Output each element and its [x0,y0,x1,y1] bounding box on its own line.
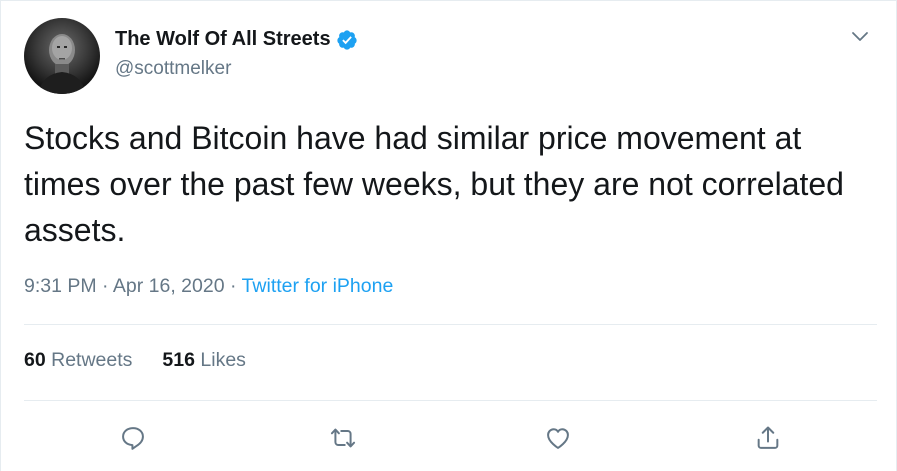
retweet-icon[interactable] [327,422,359,454]
author-name[interactable]: The Wolf Of All Streets [115,28,358,51]
meta-separator: · [229,275,237,297]
tweet-time[interactable]: 9:31 PM [24,275,97,297]
author-handle[interactable]: @scottmelker [115,58,231,80]
likes-count: 516 [162,349,195,371]
retweets-count: 60 [24,349,46,371]
tweet-card: The Wolf Of All Streets @scottmelker Sto… [0,0,897,471]
tweet-date[interactable]: Apr 16, 2020 [113,275,225,297]
tweet-meta: 9:31 PM · Apr 16, 2020 · Twitter for iPh… [24,275,393,298]
reply-icon[interactable] [117,422,149,454]
retweets-stat[interactable]: 60 Retweets [24,349,132,372]
like-icon[interactable] [542,422,574,454]
divider [24,400,877,401]
likes-label: Likes [200,349,246,371]
retweets-label: Retweets [51,349,133,371]
likes-stat[interactable]: 516 Likes [162,349,246,372]
divider [24,324,877,325]
avatar[interactable] [24,18,100,94]
chevron-down-icon[interactable] [850,29,870,43]
share-icon[interactable] [752,422,784,454]
tweet-source-link[interactable]: Twitter for iPhone [242,275,394,297]
meta-separator: · [102,275,109,297]
tweet-text: Stocks and Bitcoin have had similar pric… [24,120,844,248]
action-bar [1,416,897,460]
tweet-stats: 60 Retweets 516 Likes [24,349,276,372]
verified-badge-icon [336,29,358,51]
author-name-text: The Wolf Of All Streets [115,28,331,50]
